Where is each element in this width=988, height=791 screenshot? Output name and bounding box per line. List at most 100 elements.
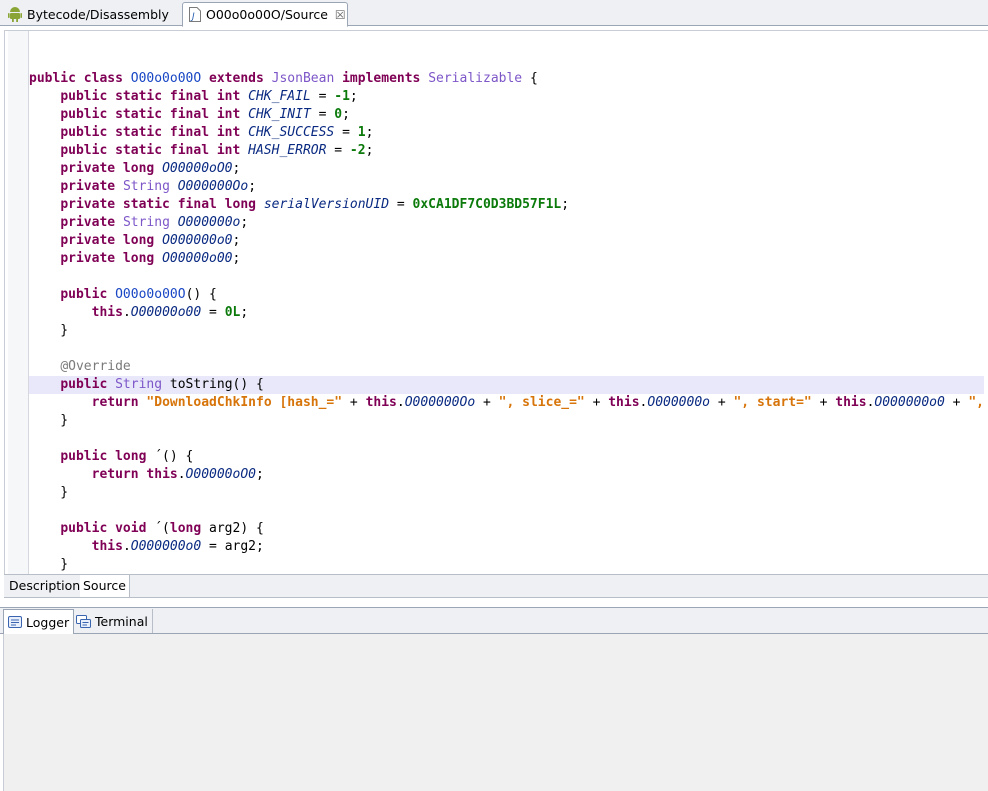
- code-token: }: [29, 557, 69, 572]
- code-token: @Override: [60, 359, 131, 374]
- code-line: }: [29, 556, 984, 574]
- code-token: {: [522, 71, 538, 86]
- code-token: String: [115, 377, 163, 392]
- code-token: ;: [232, 233, 241, 248]
- code-token: O00000oO0: [185, 467, 256, 482]
- code-token: O000000o0: [130, 539, 202, 554]
- code-token: ´(: [154, 521, 170, 536]
- tab-label: O00o0o00O/Source: [206, 7, 328, 22]
- code-token: +: [811, 395, 836, 410]
- code-token: O00000o00: [130, 305, 202, 320]
- code-token: = arg2;: [201, 539, 264, 554]
- subtab-description[interactable]: Description: [6, 575, 85, 597]
- code-token: return: [91, 395, 147, 410]
- code-token: =: [201, 305, 225, 320]
- code-line: private String O000000Oo;: [29, 178, 984, 196]
- code-token: ;: [240, 305, 249, 320]
- code-token: =: [326, 143, 350, 158]
- code-token: this: [91, 539, 123, 554]
- code-token: O000000Oo: [404, 395, 476, 410]
- code-token: O00000o00: [162, 251, 233, 266]
- code-token: public void: [60, 521, 155, 536]
- code-token: public: [60, 287, 116, 302]
- code-token: Serializable: [428, 71, 523, 86]
- editor-tab-bar: Bytecode/Disassembly J O00o0o00O/Source …: [0, 0, 988, 27]
- code-token: ;: [256, 467, 264, 482]
- code-line: private long O000000o0;: [29, 232, 984, 250]
- code-token: public static final int: [60, 107, 249, 122]
- code-token: =: [334, 125, 358, 140]
- code-token: +: [342, 395, 366, 410]
- code-token: O00o0o00O: [130, 71, 202, 86]
- code-line: public static final int CHK_FAIL = -1;: [29, 88, 984, 106]
- terminal-icon: [76, 614, 91, 628]
- tab-logger[interactable]: Logger: [3, 609, 75, 634]
- code-token: public static final int: [60, 143, 249, 158]
- code-token: public: [60, 377, 116, 392]
- code-token: }: [29, 323, 69, 338]
- code-token: O00000oO0: [162, 161, 233, 176]
- code-token: }: [29, 413, 69, 428]
- code-token: ", start=": [733, 395, 812, 410]
- bottom-panel-tab-bar: Logger Terminal: [0, 607, 988, 634]
- code-token: =: [389, 197, 413, 212]
- code-line: public static final int HASH_ERROR = -2;: [29, 142, 984, 160]
- code-token: private long: [60, 233, 163, 248]
- code-line: private long O00000o00;: [29, 250, 984, 268]
- code-line: this.O00000o00 = 0L;: [29, 304, 984, 322]
- code-token: 0L: [224, 305, 241, 320]
- tab-bytecode-disassembly[interactable]: Bytecode/Disassembly: [4, 2, 180, 26]
- code-token: ",: [968, 395, 984, 410]
- code-token: .: [122, 305, 131, 320]
- code-token: ;: [349, 89, 358, 104]
- close-icon[interactable]: ☒: [335, 8, 346, 22]
- subtab-source[interactable]: Source: [80, 575, 130, 597]
- code-token: ;: [248, 179, 257, 194]
- code-line: this.O000000o0 = arg2;: [29, 538, 984, 556]
- code-line: private static final long serialVersionU…: [29, 196, 984, 214]
- code-token: 1: [357, 125, 366, 140]
- code-token: ´() {: [154, 449, 194, 464]
- code-token: .: [396, 395, 405, 410]
- code-token: ;: [232, 161, 241, 176]
- code-token: private long: [60, 161, 163, 176]
- code-token: this: [365, 395, 397, 410]
- source-code: public class O00o0o00O extends JsonBean …: [29, 52, 984, 574]
- code-token: implements: [334, 71, 429, 86]
- code-token: -2: [349, 143, 366, 158]
- code-line: public static final int CHK_SUCCESS = 1;: [29, 124, 984, 142]
- code-token: this: [91, 305, 123, 320]
- code-token: toString() {: [162, 377, 264, 392]
- code-line: @Override: [29, 358, 984, 376]
- source-editor[interactable]: public class O00o0o00O extends JsonBean …: [4, 30, 988, 574]
- code-token: }: [29, 485, 69, 500]
- code-token: ;: [561, 197, 570, 212]
- tab-source[interactable]: J O00o0o00O/Source ☒: [182, 2, 348, 27]
- code-token: +: [944, 395, 969, 410]
- logger-output[interactable]: [3, 634, 988, 791]
- code-line: return "DownloadChkInfo [hash_=" + this.…: [29, 394, 984, 412]
- code-token: this: [608, 395, 640, 410]
- tab-terminal[interactable]: Terminal: [72, 609, 153, 633]
- code-token: .: [122, 539, 131, 554]
- code-line: public void ´(long arg2) {: [29, 520, 984, 538]
- code-token: public static final int: [60, 89, 249, 104]
- code-token: CHK_INIT: [248, 107, 311, 122]
- code-token: O000000o: [647, 395, 710, 410]
